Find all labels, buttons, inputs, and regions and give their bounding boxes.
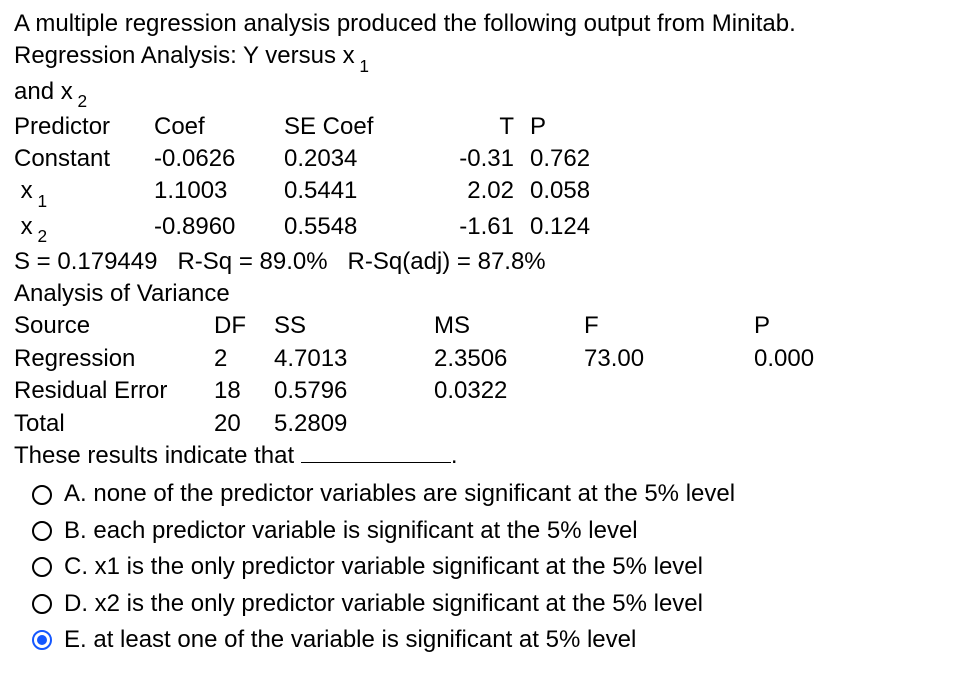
fill-blank xyxy=(301,440,451,463)
sub-1: 1 xyxy=(359,56,369,76)
predictor-header-row: Predictor Coef SE Coef T P xyxy=(14,111,956,143)
cell: Residual Error xyxy=(14,375,214,407)
sub: 1 xyxy=(37,191,47,211)
anv-h-source: Source xyxy=(14,310,214,342)
pred-h-p: P xyxy=(514,111,610,143)
anova-row-regression: Regression 2 4.7013 2.3506 73.00 0.000 xyxy=(14,343,956,375)
cell: -1.61 xyxy=(434,211,514,246)
anv-h-ms: MS xyxy=(434,310,584,342)
question-stem: These results indicate that . xyxy=(14,440,956,472)
option-e[interactable]: E. at least one of the variable is signi… xyxy=(14,622,956,658)
model-stats: S = 0.179449 R-Sq = 89.0% R-Sq(adj) = 87… xyxy=(14,246,956,278)
option-d-label: D. x2 is the only predictor variable sig… xyxy=(64,588,703,620)
cell xyxy=(754,408,854,440)
regression-title: Regression Analysis: Y versus x 1 xyxy=(14,40,956,75)
radio-icon[interactable] xyxy=(32,630,52,650)
cell: 2.02 xyxy=(434,175,514,210)
radio-icon[interactable] xyxy=(32,521,52,541)
option-d[interactable]: D. x2 is the only predictor variable sig… xyxy=(14,586,956,622)
x-label: x xyxy=(21,177,33,204)
x-label: x xyxy=(21,213,33,240)
regression-title-text: Regression Analysis: Y versus x xyxy=(14,42,355,69)
cell: 0.124 xyxy=(514,211,610,246)
pred-h-predictor: Predictor xyxy=(14,111,154,143)
cell: 4.7013 xyxy=(274,343,434,375)
x-sub: 2 xyxy=(33,226,47,246)
cell: Total xyxy=(14,408,214,440)
regression-title-cont: and x 2 xyxy=(14,76,956,111)
anv-h-p: P xyxy=(754,310,854,342)
cell: Constant xyxy=(14,143,154,175)
cell: -0.31 xyxy=(434,143,514,175)
cell: 18 xyxy=(214,375,274,407)
cell: 2 xyxy=(214,343,274,375)
stem-text: These results indicate that xyxy=(14,442,294,469)
option-c[interactable]: C. x1 is the only predictor variable sig… xyxy=(14,549,956,585)
anova-row-total: Total 20 5.2809 xyxy=(14,408,956,440)
cell xyxy=(584,375,754,407)
cell: -0.8960 xyxy=(154,211,284,246)
options-group: A. none of the predictor variables are s… xyxy=(14,476,956,658)
cell xyxy=(434,408,584,440)
cell: 0.762 xyxy=(514,143,610,175)
option-b[interactable]: B. each predictor variable is significan… xyxy=(14,513,956,549)
option-a[interactable]: A. none of the predictor variables are s… xyxy=(14,476,956,512)
anova-header-row: Source DF SS MS F P xyxy=(14,310,956,342)
intro-text: A multiple regression analysis produced … xyxy=(14,8,956,40)
radio-icon[interactable] xyxy=(32,485,52,505)
cell: 0.2034 xyxy=(284,143,434,175)
cell: 1.1003 xyxy=(154,175,284,210)
anv-h-ss: SS xyxy=(274,310,434,342)
option-a-label: A. none of the predictor variables are s… xyxy=(64,478,735,510)
and-x: and x xyxy=(14,78,73,105)
sub: 2 xyxy=(37,226,47,246)
cell: 0.5441 xyxy=(284,175,434,210)
cell: 73.00 xyxy=(584,343,754,375)
cell: 5.2809 xyxy=(274,408,434,440)
predictor-row-x1: x 1 1.1003 0.5441 2.02 0.058 xyxy=(14,175,956,210)
cell: 0.000 xyxy=(754,343,854,375)
predictor-row-constant: Constant -0.0626 0.2034 -0.31 0.762 xyxy=(14,143,956,175)
x-sub: 1 xyxy=(33,191,47,211)
regression-title-sub: 1 xyxy=(355,56,369,76)
cell: 20 xyxy=(214,408,274,440)
cell: 0.058 xyxy=(514,175,610,210)
cell xyxy=(584,408,754,440)
cell: 0.0322 xyxy=(434,375,584,407)
pred-h-secoef: SE Coef xyxy=(284,111,434,143)
and-x-sub: 2 xyxy=(73,91,87,111)
cell xyxy=(754,375,854,407)
anova-row-residual: Residual Error 18 0.5796 0.0322 xyxy=(14,375,956,407)
predictor-row-x2: x 2 -0.8960 0.5548 -1.61 0.124 xyxy=(14,211,956,246)
cell: Regression xyxy=(14,343,214,375)
sub-2: 2 xyxy=(78,91,88,111)
radio-icon[interactable] xyxy=(32,594,52,614)
option-e-label: E. at least one of the variable is signi… xyxy=(64,624,636,656)
anv-h-f: F xyxy=(584,310,754,342)
stem-period: . xyxy=(451,442,458,469)
anova-title: Analysis of Variance xyxy=(14,278,956,310)
pred-h-coef: Coef xyxy=(154,111,284,143)
option-b-label: B. each predictor variable is significan… xyxy=(64,515,638,547)
pred-h-t: T xyxy=(434,111,514,143)
cell: -0.0626 xyxy=(154,143,284,175)
radio-icon[interactable] xyxy=(32,557,52,577)
cell: x 1 xyxy=(14,175,154,210)
cell: 2.3506 xyxy=(434,343,584,375)
cell: x 2 xyxy=(14,211,154,246)
cell: 0.5548 xyxy=(284,211,434,246)
option-c-label: C. x1 is the only predictor variable sig… xyxy=(64,551,703,583)
anv-h-df: DF xyxy=(214,310,274,342)
cell: 0.5796 xyxy=(274,375,434,407)
